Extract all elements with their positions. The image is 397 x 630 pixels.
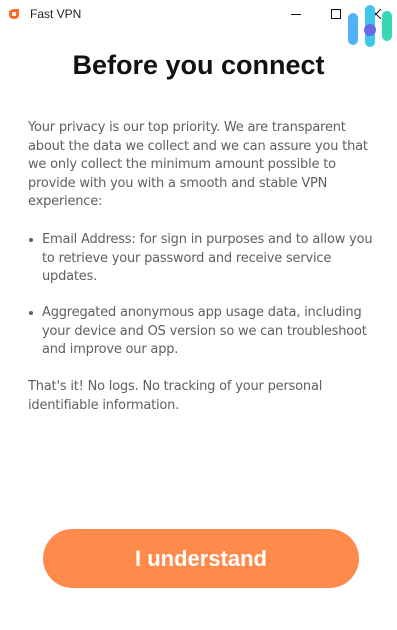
title-bar: Fast VPN xyxy=(0,0,397,28)
app-window: Fast VPN Before you connect Your privacy… xyxy=(0,0,397,630)
privacy-intro-text: Your privacy is our top priority. We are… xyxy=(28,120,368,209)
data-collected-list-item-2: Aggregated anonymous app usage data, inc… xyxy=(28,304,373,360)
no-logs-statement: That's it! No logs. No tracking of your … xyxy=(28,379,323,413)
list-item-text: Email Address: for sign in purposes and … xyxy=(42,232,373,284)
list-item: Email Address: for sign in purposes and … xyxy=(28,231,373,287)
list-item-text: Aggregated anonymous app usage data, inc… xyxy=(42,305,367,357)
list-item: Aggregated anonymous app usage data, inc… xyxy=(28,304,373,360)
maximize-icon xyxy=(331,9,341,19)
bullet-icon xyxy=(29,311,33,315)
minimize-icon xyxy=(291,13,301,15)
minimize-button[interactable] xyxy=(276,0,316,28)
watermark-logo-icon xyxy=(348,5,392,47)
page-title: Before you connect xyxy=(72,50,325,80)
fast-vpn-logo-icon xyxy=(9,9,19,19)
bullet-icon xyxy=(29,238,33,242)
data-collected-list-item-1: Email Address: for sign in purposes and … xyxy=(28,231,373,287)
i-understand-button[interactable]: I understand xyxy=(43,529,359,588)
window-title: Fast VPN xyxy=(30,7,82,21)
